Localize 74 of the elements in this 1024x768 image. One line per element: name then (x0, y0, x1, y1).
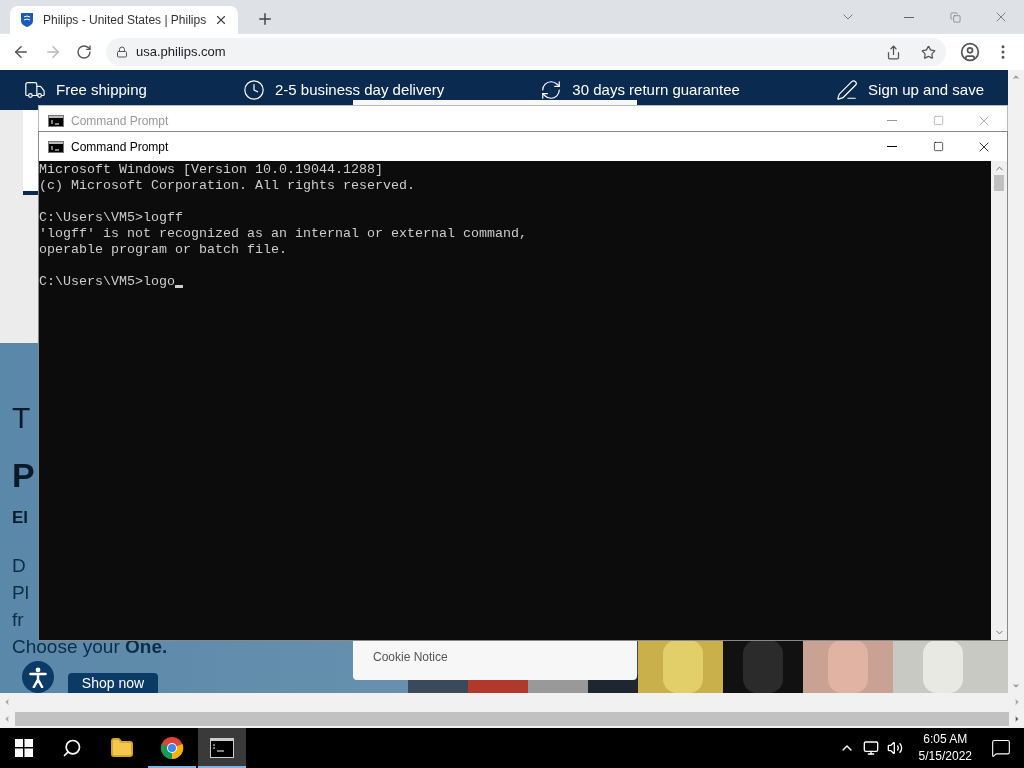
scroll-thumb[interactable] (15, 712, 1009, 726)
scroll-right-icon[interactable] (1012, 696, 1022, 707)
hero-text: T (12, 401, 31, 434)
hero-text: Choose your One. (12, 636, 168, 657)
volume-icon[interactable] (886, 740, 903, 756)
person-icon (29, 666, 47, 688)
hero-text: Pl (12, 582, 29, 603)
minimize-icon (904, 16, 914, 18)
scroll-up-icon[interactable] (1011, 72, 1021, 82)
taskbar-app-button[interactable] (198, 728, 246, 768)
clock-icon (243, 79, 265, 101)
console-icon (48, 140, 64, 153)
address-bar[interactable]: usa.philips.com (106, 38, 946, 66)
plus-icon (256, 10, 274, 28)
windows-logo-icon (15, 739, 33, 757)
notification-icon[interactable] (991, 738, 1011, 758)
vertical-scrollbar[interactable] (991, 161, 1007, 640)
tab-title: Philips - United States | Philips (43, 12, 207, 29)
truck-icon (24, 79, 46, 101)
scroll-left-icon[interactable] (2, 714, 12, 724)
window-title: Command Prompt (71, 112, 169, 130)
lock-icon (116, 46, 128, 58)
shield-icon (20, 12, 34, 28)
text-cursor (175, 285, 183, 288)
console-icon (48, 114, 64, 127)
shop-now-button[interactable]: Shop now (68, 673, 158, 693)
accessibility-button[interactable] (22, 661, 54, 693)
new-tab-button[interactable] (256, 10, 274, 28)
scroll-right-icon[interactable] (1012, 714, 1022, 724)
console-line: operable program or batch file. (39, 242, 287, 258)
restore-icon (949, 11, 961, 23)
vertical-scrollbar[interactable] (1008, 70, 1024, 693)
hero-text: D (12, 555, 26, 576)
scroll-down-icon[interactable] (1011, 681, 1021, 691)
profile-icon[interactable] (960, 42, 980, 62)
back-icon[interactable] (12, 43, 30, 61)
maximize-icon (932, 141, 944, 152)
console-line: C:\Users\VM5>logff (39, 210, 183, 226)
chrome-icon (160, 736, 184, 760)
console-icon (210, 738, 234, 758)
console-line: 'logff' is not recognized as an internal or external command, (39, 226, 527, 242)
minimize-icon (887, 120, 897, 121)
close-icon[interactable] (214, 13, 228, 27)
cookie-notice-title: Cookie Notice (373, 649, 449, 666)
bookmark-icon[interactable] (921, 44, 936, 60)
benefit-label: Free shipping (56, 79, 147, 100)
console-line: Microsoft Windows [Version 10.0.19044.1288] (39, 162, 383, 178)
maximize-icon (932, 115, 944, 126)
browser-tab[interactable]: Philips - United States | Philips (10, 6, 238, 34)
hero-text: El (12, 508, 29, 527)
horizontal-scrollbar[interactable] (0, 710, 1024, 728)
network-icon[interactable] (862, 740, 879, 756)
minimize-icon (887, 146, 897, 147)
date-text: 5/15/2022 (918, 748, 972, 765)
console-line: (c) Microsoft Corporation. All rights reserved. (39, 178, 415, 194)
url-text: usa.philips.com (136, 43, 226, 62)
forward-icon[interactable] (44, 43, 62, 61)
hero-text: fr (12, 609, 24, 630)
pen-icon (836, 79, 859, 101)
search-icon (62, 738, 82, 758)
benefit-label: Sign up and save (868, 79, 984, 100)
share-icon[interactable] (886, 44, 901, 60)
benefit-label: 30 days return guarantee (572, 79, 740, 100)
scroll-thumb[interactable] (994, 175, 1004, 191)
clock[interactable]: 6:05 AM 5/15/2022 (912, 731, 978, 765)
reload-icon[interactable] (76, 44, 92, 60)
window-title: Command Prompt (71, 138, 169, 156)
scroll-left-icon[interactable] (2, 696, 12, 707)
console-line: C:\Users\VM5>logo (39, 274, 175, 290)
horizontal-scrollbar[interactable] (0, 693, 1024, 710)
benefit-label: 2-5 business day delivery (275, 79, 445, 100)
hero-text: P (12, 456, 35, 494)
folder-icon (110, 736, 134, 760)
time-text: 6:05 AM (923, 731, 968, 748)
